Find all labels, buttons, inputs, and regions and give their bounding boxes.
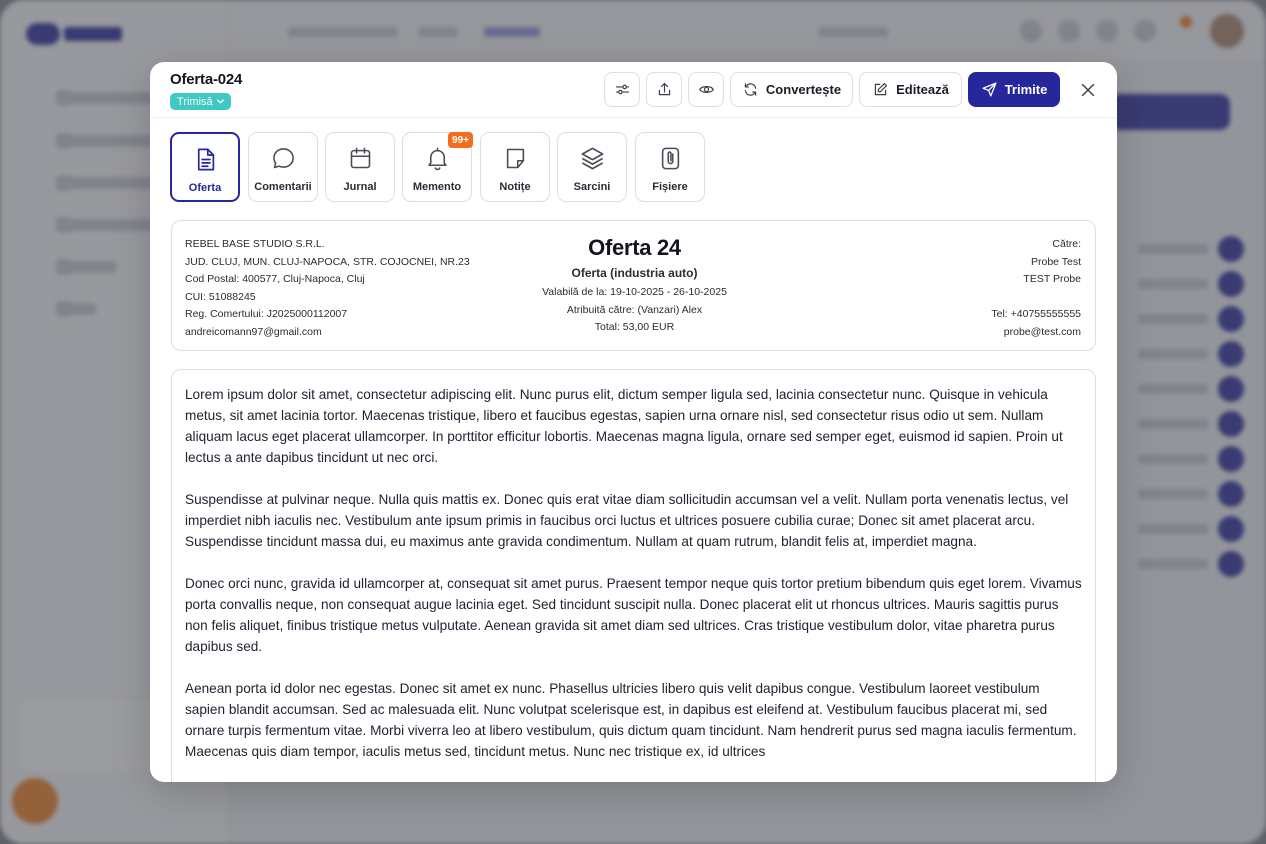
tab-comentarii[interactable]: Comentarii bbox=[248, 132, 318, 202]
memento-count-badge: 99+ bbox=[448, 132, 473, 148]
offer-body[interactable]: Lorem ipsum dolor sit amet, consectetur … bbox=[171, 369, 1096, 782]
offer-assignee: Atribuită către: (Vanzari) Alex bbox=[566, 303, 703, 316]
send-button[interactable]: Trimite bbox=[968, 72, 1060, 107]
tab-fisiere[interactable]: Fișiere bbox=[635, 132, 705, 202]
recipient-details: Către: Probe Test TEST Probe Tel: +40755… bbox=[991, 236, 1081, 342]
recipient-name: Probe Test bbox=[1030, 255, 1081, 268]
offer-summary: Oferta 24 Oferta (industria auto) Valabi… bbox=[472, 235, 797, 337]
document-icon bbox=[197, 148, 214, 171]
recipient-phone: Tel: +40755555555 bbox=[991, 308, 1081, 321]
offer-modal: Oferta-024 Trimisă Convertește Editează … bbox=[150, 62, 1117, 782]
recipient-email: probe@test.com bbox=[1003, 325, 1081, 338]
offer-total: Total: 53,00 EUR bbox=[594, 321, 675, 333]
status-label: Trimisă bbox=[177, 95, 213, 108]
tab-label: Notițe bbox=[499, 181, 531, 193]
refresh-icon bbox=[744, 83, 757, 96]
tab-label: Sarcini bbox=[573, 181, 611, 193]
status-dropdown[interactable]: Trimisă bbox=[170, 93, 231, 110]
chevron-down-icon bbox=[216, 99, 224, 104]
preview-button[interactable] bbox=[688, 72, 724, 107]
tab-sarcini[interactable]: Sarcini bbox=[557, 132, 627, 202]
company-name: REBEL BASE STUDIO S.R.L. bbox=[185, 238, 325, 250]
tab-memento[interactable]: Memento 99+ bbox=[402, 132, 473, 202]
layers-icon bbox=[581, 147, 603, 170]
tab-label: Oferta bbox=[188, 182, 222, 194]
convert-button-label: Convertește bbox=[765, 82, 842, 97]
body-paragraph: Donec orci nunc, gravida id ullamcorper … bbox=[185, 576, 1082, 654]
tab-notite[interactable]: Notițe bbox=[480, 132, 550, 202]
company-registration: Reg. Comertului: J2025000112007 bbox=[185, 308, 348, 321]
company-postal: Cod Postal: 400577, Cluj-Napoca, Cluj bbox=[185, 273, 365, 286]
send-icon bbox=[982, 82, 997, 97]
body-paragraph: Suspendisse at pulvinar neque. Nulla qui… bbox=[185, 492, 1069, 549]
tab-label: Jurnal bbox=[343, 181, 377, 193]
chat-bubble-icon bbox=[272, 148, 294, 169]
tab-oferta[interactable]: Oferta bbox=[170, 132, 240, 202]
company-email: andreicomann97@gmail.com bbox=[185, 325, 322, 338]
offer-validity: Valabilă de la: 19-10-2025 - 26-10-2025 bbox=[542, 286, 727, 298]
modal-title: Oferta-024 bbox=[170, 71, 243, 88]
edit-button[interactable]: Editează bbox=[859, 72, 962, 107]
offer-title: Oferta 24 bbox=[588, 235, 681, 260]
company-cui: CUI: 51088245 bbox=[185, 290, 256, 303]
company-address: JUD. CLUJ, MUN. CLUJ-NAPOCA, STR. COJOCN… bbox=[185, 255, 470, 268]
tab-label: Fișiere bbox=[652, 181, 688, 193]
body-paragraph: Aenean porta id dolor nec egestas. Donec… bbox=[185, 681, 1077, 759]
tab-label: Memento bbox=[412, 181, 462, 193]
body-paragraph: Lorem ipsum dolor sit amet, consectetur … bbox=[185, 387, 1063, 465]
close-button[interactable] bbox=[1076, 78, 1100, 102]
company-details: REBEL BASE STUDIO S.R.L. JUD. CLUJ, MUN.… bbox=[185, 236, 470, 342]
note-icon bbox=[506, 148, 524, 169]
close-icon bbox=[1081, 83, 1095, 97]
offer-subtitle: Oferta (industria auto) bbox=[571, 266, 698, 280]
tab-label: Comentarii bbox=[254, 181, 312, 193]
recipient-company: TEST Probe bbox=[1023, 273, 1081, 286]
settings-button[interactable] bbox=[604, 72, 640, 107]
eye-icon bbox=[698, 86, 714, 93]
sliders-icon bbox=[615, 84, 629, 95]
send-button-label: Trimite bbox=[1004, 82, 1048, 97]
offer-info-card: REBEL BASE STUDIO S.R.L. JUD. CLUJ, MUN.… bbox=[171, 220, 1096, 351]
export-button[interactable] bbox=[646, 72, 682, 107]
modal-header: Oferta-024 Trimisă Convertește Editează … bbox=[150, 62, 1117, 118]
bell-icon bbox=[427, 147, 447, 171]
recipient-label: Către: bbox=[1052, 238, 1081, 250]
paperclip-icon bbox=[661, 147, 679, 170]
tab-jurnal[interactable]: Jurnal bbox=[325, 132, 395, 202]
edit-icon bbox=[874, 82, 888, 96]
upload-icon bbox=[658, 82, 670, 96]
convert-button[interactable]: Convertește bbox=[730, 72, 853, 107]
edit-button-label: Editează bbox=[896, 82, 949, 97]
calendar-icon bbox=[350, 147, 370, 169]
